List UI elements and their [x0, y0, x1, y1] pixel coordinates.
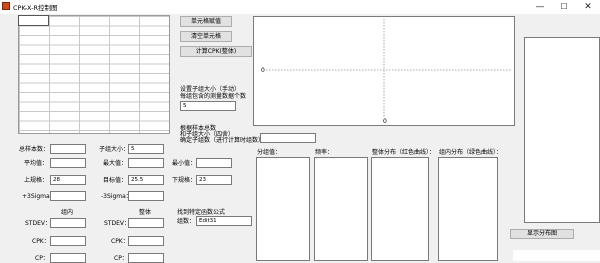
mean-field[interactable]: [50, 158, 86, 168]
title-bar: CPK-X-R控制图 — ☐ ✕: [0, 0, 600, 14]
chart-y-tick: 0: [261, 67, 265, 74]
overall-column-header: 整体: [139, 209, 152, 216]
subgroup-size-label: 子组大小：: [99, 146, 130, 153]
minus3sigma-field[interactable]: [128, 191, 164, 201]
groups-field[interactable]: Edit31: [196, 216, 252, 226]
right-panel: [524, 37, 600, 223]
group-value-label: 分组值：: [257, 149, 282, 156]
formula-title: 找到特定函数公式: [177, 209, 226, 216]
within-cp-field[interactable]: [50, 253, 86, 263]
within-column-header: 组内: [61, 209, 74, 216]
subgroup-setup-label-2: 每组包含的测量数据个数: [180, 93, 247, 100]
overall-distribution-list[interactable]: [371, 157, 429, 261]
target-label: 目标值：: [103, 177, 128, 184]
calc-cpk-button[interactable]: 计算CPK(整体): [180, 46, 252, 57]
target-field[interactable]: 25.5: [128, 175, 164, 185]
overall-stdev-label: STDEV：: [104, 220, 130, 227]
group-count-input[interactable]: [260, 133, 316, 143]
total-samples-field[interactable]: [50, 144, 86, 154]
grid-active-cell[interactable]: [18, 15, 49, 26]
mean-label: 平均值：: [24, 160, 49, 167]
within-cpk-field[interactable]: [50, 236, 86, 246]
total-samples-label: 总样本数：: [19, 146, 50, 153]
within-distribution-list[interactable]: [438, 157, 498, 261]
subgroup-setup-label-1: 设置子组大小（手动）: [180, 86, 241, 93]
maximize-button[interactable]: ☐: [552, 0, 576, 14]
show-distribution-button[interactable]: 显示分布图: [510, 229, 574, 239]
within-dist-label: 组内分布（绿色曲线）：: [439, 149, 503, 156]
frequency-label: 频率：: [315, 149, 334, 156]
chart-plot: [266, 19, 512, 117]
close-button[interactable]: ✕: [576, 0, 600, 14]
bottom-strip: [513, 250, 600, 261]
group-setup-label-3: 确定子组数（进行计算时组数）: [180, 137, 265, 144]
lsl-label: 下规格：: [172, 177, 197, 184]
group-value-list[interactable]: [256, 157, 310, 261]
chart-x-tick: 0: [383, 118, 387, 125]
subgroup-size-field[interactable]: 5: [128, 144, 164, 154]
overall-dist-label: 整体分布（红色曲线）：: [372, 149, 436, 156]
usl-field[interactable]: 28: [50, 175, 86, 185]
overall-stdev-field[interactable]: [128, 218, 164, 228]
lsl-field[interactable]: 23: [196, 175, 232, 185]
overall-cpk-label: CPK：: [111, 238, 129, 245]
plus3sigma-field[interactable]: [50, 191, 86, 201]
max-field[interactable]: [128, 158, 164, 168]
subgroup-size-input[interactable]: 5: [180, 101, 236, 111]
groups-label: 组数：: [177, 218, 196, 225]
min-label: 最小值：: [172, 160, 197, 167]
max-label: 最大值：: [103, 160, 128, 167]
window-title: CPK-X-R控制图: [13, 4, 58, 12]
min-field[interactable]: [196, 158, 232, 168]
within-stdev-label: STDEV：: [25, 220, 51, 227]
app-icon: [2, 2, 10, 10]
within-cpk-label: CPK：: [32, 238, 50, 245]
control-chart: 0 0: [253, 16, 515, 126]
frequency-list[interactable]: [314, 157, 368, 261]
data-grid[interactable]: [18, 15, 170, 134]
usl-label: 上规格：: [24, 177, 49, 184]
minimize-button[interactable]: —: [528, 0, 552, 14]
within-stdev-field[interactable]: [50, 218, 86, 228]
cell-value-button[interactable]: 单元格赋值: [180, 16, 232, 27]
clear-cell-button[interactable]: 清空单元格: [180, 31, 232, 42]
overall-cp-field[interactable]: [128, 253, 164, 263]
overall-cpk-field[interactable]: [128, 236, 164, 246]
